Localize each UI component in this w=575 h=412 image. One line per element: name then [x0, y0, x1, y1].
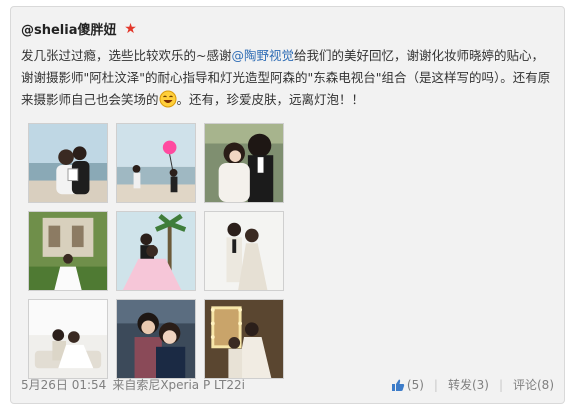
post-author: @shelia傻胖妞 ★ [21, 19, 139, 39]
like-count: (5) [406, 377, 424, 392]
post-timestamp[interactable]: 5月26日 01:54 [21, 376, 106, 393]
repost-button[interactable]: 转发(3) [448, 376, 489, 393]
post-source[interactable]: 来自索尼Xperia P LT22i [112, 376, 245, 393]
photo-thumbnail-3[interactable] [204, 123, 284, 203]
separator: | [498, 377, 503, 392]
laughing-face-emoji-icon [159, 90, 177, 108]
photo-thumbnail-2[interactable] [116, 123, 196, 203]
photo-thumbnail-8[interactable] [116, 299, 196, 379]
separator: | [433, 377, 438, 392]
photo-thumbnail-6[interactable] [204, 211, 284, 291]
like-button[interactable]: (5) [391, 378, 424, 392]
post-text-part: 。还有，珍爱皮肤，远离灯泡！！ [176, 92, 365, 107]
photo-thumbnail-1[interactable] [28, 123, 108, 203]
post-footer: 5月26日 01:54 来自索尼Xperia P LT22i (5) | 转发(… [21, 376, 554, 393]
post-text-part: 发几张过过瘾，选些比较欢乐的~感谢 [21, 48, 232, 63]
photo-thumbnail-5[interactable] [116, 211, 196, 291]
post-meta: 5月26日 01:54 来自索尼Xperia P LT22i [21, 376, 245, 393]
thumbs-up-icon [391, 378, 405, 392]
post-text: 发几张过过瘾，选些比较欢乐的~感谢@陶野视觉给我们的美好回忆，谢谢化妆师晓婷的贴… [21, 45, 556, 111]
photo-thumbnail-9[interactable] [204, 299, 284, 379]
photo-thumbnail-7[interactable] [28, 299, 108, 379]
comment-button[interactable]: 评论(8) [513, 376, 554, 393]
photo-thumbnail-4[interactable] [28, 211, 108, 291]
photo-grid [28, 123, 284, 379]
post-actions: (5) | 转发(3) | 评论(8) [391, 376, 554, 393]
author-name-link[interactable]: @shelia傻胖妞 [21, 19, 117, 38]
weibo-post-card: @shelia傻胖妞 ★ 发几张过过瘾，选些比较欢乐的~感谢@陶野视觉给我们的美… [10, 6, 565, 404]
star-badge-icon[interactable]: ★ [123, 21, 139, 37]
mention-link[interactable]: @陶野视觉 [231, 48, 294, 63]
